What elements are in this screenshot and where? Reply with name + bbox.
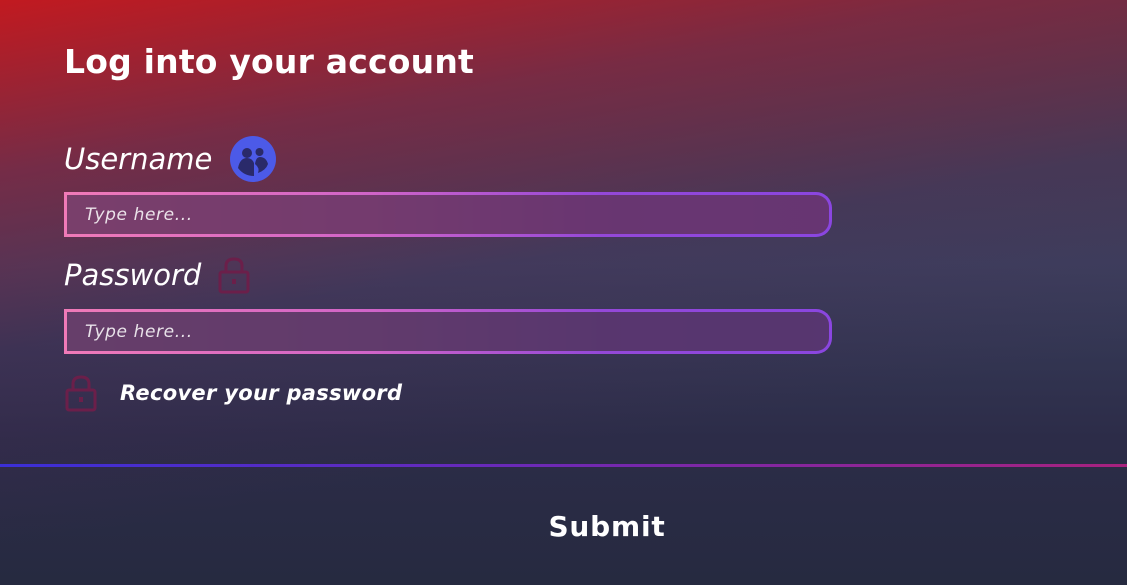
page-title: Log into your account xyxy=(64,42,475,81)
password-field-inner xyxy=(67,312,829,351)
recover-password-label: Recover your password xyxy=(120,381,403,405)
username-field-inner xyxy=(67,195,829,234)
username-field-frame xyxy=(64,192,832,237)
user-avatar-icon xyxy=(230,136,277,182)
recover-password-link[interactable]: Recover your password xyxy=(64,374,402,412)
password-label-row: Password xyxy=(64,253,251,297)
submit-button[interactable]: Submit xyxy=(0,467,1127,585)
lock-icon xyxy=(64,374,98,412)
login-page: Log into your account Username Password xyxy=(0,0,1127,585)
lock-icon xyxy=(217,256,251,294)
username-input[interactable] xyxy=(67,195,829,234)
username-label: Username xyxy=(64,142,213,176)
password-input[interactable] xyxy=(67,312,829,351)
password-field-frame xyxy=(64,309,832,354)
password-label: Password xyxy=(64,258,202,292)
username-label-row: Username xyxy=(64,136,277,182)
